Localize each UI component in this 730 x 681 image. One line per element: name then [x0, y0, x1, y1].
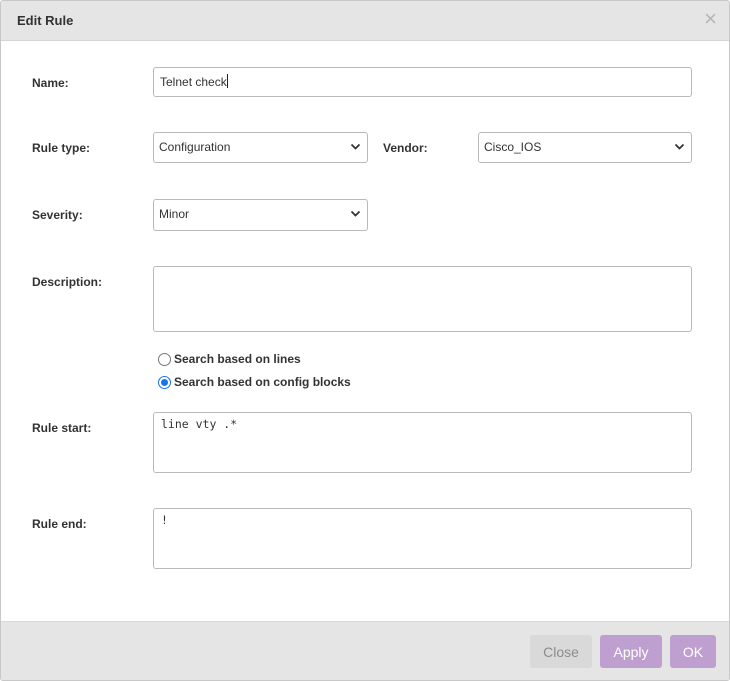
radio-button[interactable]: [158, 352, 171, 366]
vendor-value: Cisco_IOS: [484, 140, 542, 154]
rule-start-textarea[interactable]: line vty .*: [153, 412, 692, 473]
close-button[interactable]: Close: [530, 635, 592, 668]
radio-button-checked[interactable]: [158, 375, 171, 389]
chevron-down-icon: [350, 210, 361, 217]
rule-end-textarea[interactable]: !: [153, 508, 692, 569]
rule-type-label: Rule type:: [32, 141, 91, 155]
rule-start-label: Rule start:: [32, 421, 92, 435]
apply-button[interactable]: Apply: [600, 635, 662, 668]
dialog-title: Edit Rule: [17, 13, 74, 28]
severity-value: Minor: [159, 207, 190, 221]
radio-label: Search based on lines: [174, 352, 301, 366]
description-textarea[interactable]: [153, 266, 692, 332]
rule-type-select[interactable]: Configuration: [153, 132, 368, 163]
name-input[interactable]: Telnet check: [153, 67, 692, 97]
vendor-label: Vendor:: [383, 141, 428, 155]
rule-type-value: Configuration: [159, 140, 231, 154]
chevron-down-icon: [350, 143, 361, 150]
radio-search-config-blocks[interactable]: Search based on config blocks: [158, 374, 351, 390]
name-label: Name:: [32, 76, 69, 90]
dialog-header: Edit Rule ×: [1, 1, 729, 41]
chevron-down-icon: [674, 143, 685, 150]
rule-end-label: Rule end:: [32, 517, 87, 531]
description-label: Description:: [32, 275, 103, 289]
ok-button[interactable]: OK: [670, 635, 716, 668]
radio-search-lines[interactable]: Search based on lines: [158, 351, 301, 367]
radio-label: Search based on config blocks: [174, 375, 351, 389]
vendor-select[interactable]: Cisco_IOS: [478, 132, 692, 163]
name-input-value: Telnet check: [160, 75, 227, 89]
severity-select[interactable]: Minor: [153, 199, 368, 231]
text-caret: [226, 74, 228, 88]
severity-label: Severity:: [32, 208, 83, 222]
edit-rule-dialog: Edit Rule × Name: Telnet check Rule type…: [0, 0, 730, 681]
close-icon[interactable]: ×: [704, 7, 717, 31]
